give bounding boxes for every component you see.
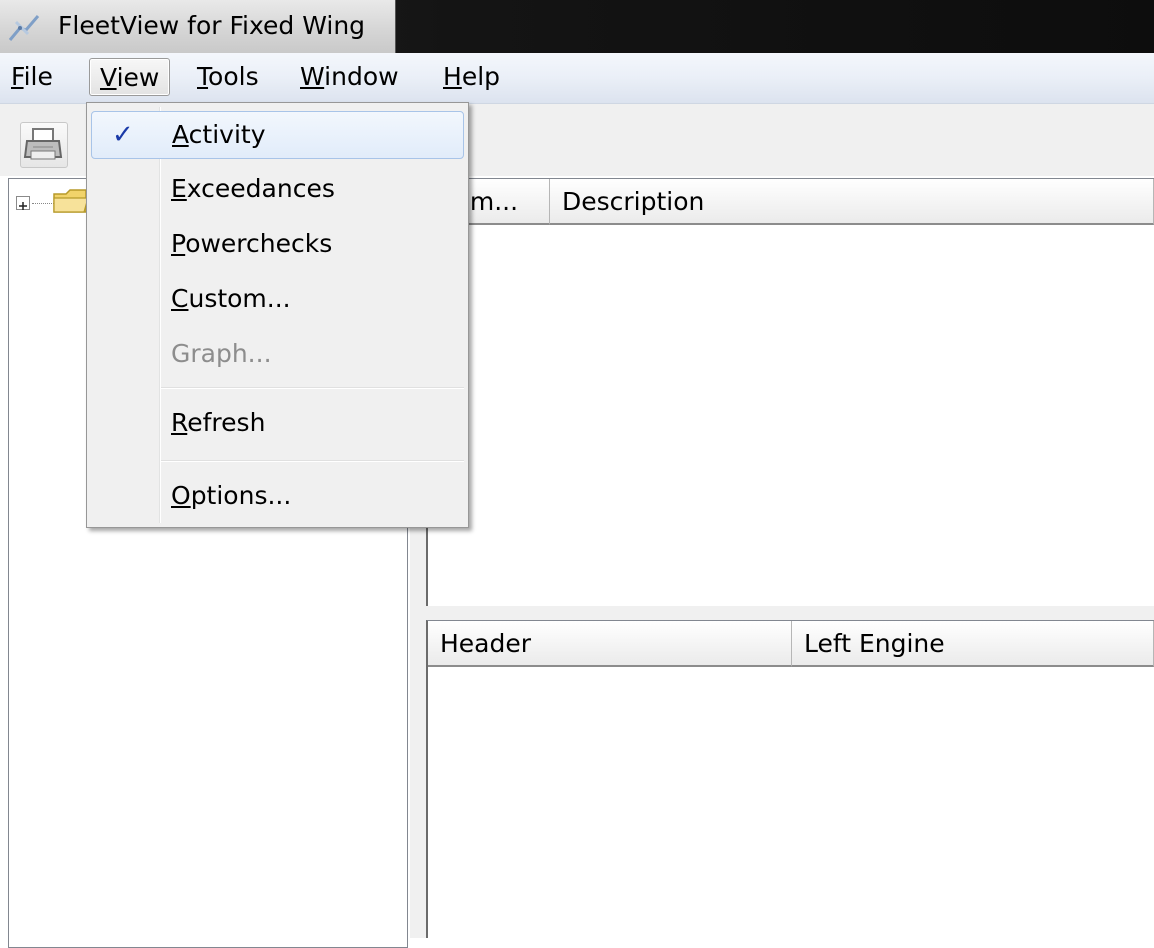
menu-item-powerchecks[interactable]: Powerchecks (91, 221, 464, 269)
upper-grid[interactable]: um... Description (426, 178, 1154, 606)
horizontal-splitter[interactable] (426, 606, 1154, 620)
checkmark-icon: ✓ (112, 120, 134, 150)
menu-item-activity[interactable]: ✓ Activity (91, 111, 464, 159)
menu-window[interactable]: Window (290, 58, 409, 96)
menu-item-options[interactable]: Options... (91, 473, 464, 521)
view-menu-dropdown: ✓ Activity Exceedances Powerchecks Custo… (86, 102, 469, 528)
lower-grid[interactable]: Header Left Engine (426, 620, 1154, 938)
menu-separator (161, 387, 464, 389)
menu-tools[interactable]: Tools (187, 58, 269, 96)
menu-item-label: Activity (172, 120, 266, 149)
menu-item-custom[interactable]: Custom... (91, 276, 464, 324)
menu-item-label: Refresh (171, 408, 266, 437)
column-header-description[interactable]: Description (550, 179, 1154, 225)
menu-item-graph: Graph... (91, 331, 464, 379)
menu-item-refresh[interactable]: Refresh (91, 400, 464, 448)
plus-box-icon[interactable] (16, 196, 30, 210)
menu-item-exceedances[interactable]: Exceedances (91, 166, 464, 214)
tree-connector (32, 203, 54, 204)
menu-item-label: Powerchecks (171, 229, 333, 258)
window-title: FleetView for Fixed Wing (58, 11, 366, 40)
printer-icon (23, 128, 63, 160)
column-header-left-engine[interactable]: Left Engine (792, 621, 1154, 667)
title-tab: FleetView for Fixed Wing (0, 0, 396, 53)
title-bar: FleetView for Fixed Wing (0, 0, 1154, 53)
menu-view[interactable]: View (89, 58, 171, 96)
menu-bar: File View Tools Window Help (0, 53, 1154, 104)
menu-separator (161, 460, 464, 462)
app-icon (8, 15, 40, 41)
menu-help[interactable]: Help (433, 58, 510, 96)
menu-item-label: Graph... (171, 339, 272, 368)
menu-file[interactable]: File (1, 58, 63, 96)
menu-item-label: Custom... (171, 284, 291, 313)
column-header-header[interactable]: Header (428, 621, 792, 667)
menu-item-label: Options... (171, 481, 292, 510)
menu-item-label: Exceedances (171, 174, 335, 203)
print-button[interactable] (20, 122, 68, 168)
